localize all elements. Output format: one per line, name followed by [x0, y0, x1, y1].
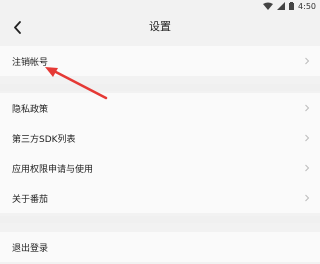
status-bar: 4:50: [0, 0, 320, 12]
app-permissions-label: 应用权限申请与使用: [12, 164, 94, 175]
privacy-policy-row[interactable]: 隐私政策: [0, 93, 320, 123]
deactivate-account-row[interactable]: 注销帐号: [0, 46, 320, 76]
sdk-list-label: 第三方SDK列表: [12, 134, 76, 145]
header: 设置: [0, 12, 320, 42]
status-icons: 4:50: [263, 0, 316, 12]
app-permissions-row[interactable]: 应用权限申请与使用: [0, 153, 320, 183]
signal-icon: [277, 2, 286, 10]
about-label: 关于番茄: [12, 194, 49, 205]
logout-label: 退出登录: [12, 243, 49, 254]
logout-group: 退出登录: [0, 232, 320, 262]
about-row[interactable]: 关于番茄: [0, 183, 320, 213]
battery-icon: [289, 2, 295, 10]
chevron-right-icon: [305, 164, 310, 172]
status-time: 4:50: [298, 1, 316, 11]
privacy-policy-label: 隐私政策: [12, 104, 49, 115]
chevron-right-icon: [305, 57, 310, 65]
chevron-right-icon: [305, 104, 310, 112]
page-title: 设置: [149, 20, 171, 33]
logout-row[interactable]: 退出登录: [0, 232, 320, 262]
wifi-icon: [263, 2, 274, 10]
chevron-right-icon: [305, 134, 310, 142]
info-group: 隐私政策 第三方SDK列表 应用权限申请与使用 关于番茄: [0, 93, 320, 213]
section-divider: [0, 84, 320, 91]
deactivate-account-label: 注销帐号: [12, 57, 49, 68]
chevron-right-icon: [305, 194, 310, 202]
account-group: 注销帐号: [0, 46, 320, 76]
sdk-list-row[interactable]: 第三方SDK列表: [0, 123, 320, 153]
section-divider: [0, 216, 320, 223]
